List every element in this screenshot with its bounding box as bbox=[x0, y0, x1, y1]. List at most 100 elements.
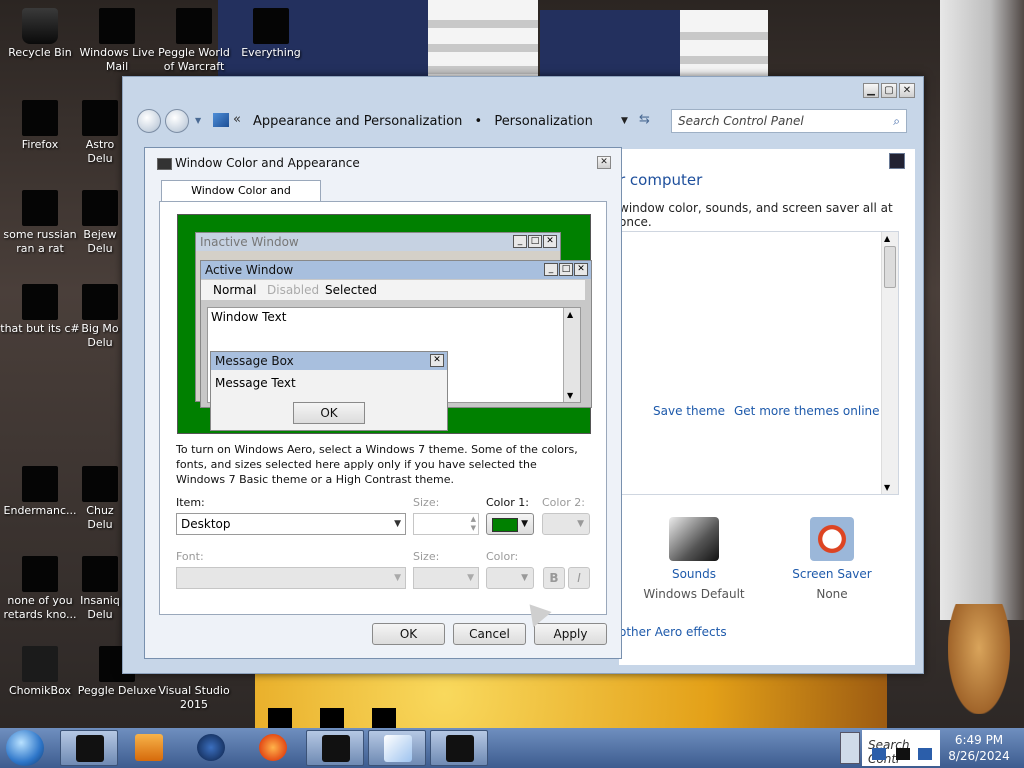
recent-pages-chevron-icon[interactable]: ▼ bbox=[195, 116, 201, 125]
desktop-icon-windows-live-mail[interactable]: Windows Live Mail bbox=[77, 8, 157, 74]
breadcrumb-appearance[interactable]: Appearance and Personalization bbox=[253, 114, 462, 129]
preview-message-box[interactable]: Message Box ✕ Message Text OK bbox=[210, 351, 448, 431]
desktop-icon-small-3[interactable] bbox=[372, 708, 396, 728]
tab-window-color[interactable]: Window Color and Appearance bbox=[161, 180, 321, 217]
close-icon: ✕ bbox=[574, 263, 588, 276]
close-icon: ✕ bbox=[543, 235, 557, 248]
dialog-close-button[interactable]: ✕ bbox=[597, 156, 611, 169]
desktop-icon-chuzzle[interactable]: Chuz Delu bbox=[77, 466, 123, 532]
font-size-label: Size: bbox=[413, 550, 440, 563]
game-icon bbox=[82, 190, 118, 226]
desktop-icon-astro[interactable]: Astro Delu bbox=[77, 100, 123, 166]
scroll-up-icon: ▲ bbox=[567, 310, 574, 319]
taskbar-item-2[interactable] bbox=[306, 730, 364, 766]
desktop-icon-big-money[interactable]: Big Mo Delu bbox=[77, 284, 123, 350]
tray-icon-1[interactable] bbox=[872, 748, 886, 760]
taskbar-item-control-panel[interactable] bbox=[368, 730, 426, 766]
desktop-icon-none-of-you[interactable]: none of you retards kno... bbox=[0, 556, 80, 622]
tray-icon-2[interactable] bbox=[896, 748, 910, 760]
minimize-button[interactable]: ▁ bbox=[863, 83, 879, 98]
chevron-down-icon: ▼ bbox=[521, 573, 528, 583]
clock[interactable]: 6:49 PM 8/26/2024 bbox=[944, 732, 1014, 764]
minimize-icon: _ bbox=[544, 263, 558, 276]
start-button[interactable] bbox=[6, 730, 44, 766]
game-icon bbox=[82, 100, 118, 136]
color1-label: Color 1: bbox=[486, 496, 529, 509]
sounds-value: Windows Default bbox=[643, 587, 745, 601]
themes-scrollbar[interactable]: ▲ ▼ bbox=[881, 232, 898, 494]
desktop-icon-c-sharp[interactable]: that but its c# bbox=[0, 284, 80, 336]
color1-picker[interactable]: ▼ bbox=[486, 513, 534, 535]
breadcrumb-overflow[interactable]: « bbox=[233, 112, 241, 127]
back-button[interactable] bbox=[137, 109, 161, 133]
chomikbox-icon bbox=[22, 646, 58, 682]
desktop-icon-small-2[interactable] bbox=[320, 708, 344, 728]
desktop-icon-firefox[interactable]: Firefox bbox=[0, 100, 80, 152]
font-select[interactable]: ▼ bbox=[176, 567, 406, 589]
ok-button[interactable]: OK bbox=[372, 623, 445, 645]
desktop-icon-endermanc[interactable]: Endermanc... bbox=[0, 466, 80, 518]
apply-button[interactable]: Apply bbox=[534, 623, 607, 645]
scroll-thumb[interactable] bbox=[884, 246, 896, 288]
message-text: Message Text bbox=[215, 376, 296, 390]
item-size-label: Size: bbox=[413, 496, 440, 509]
item-select[interactable]: Desktop ▼ bbox=[176, 513, 406, 535]
screen-saver-setting[interactable]: Screen Saver None bbox=[777, 517, 887, 601]
save-theme-link[interactable]: Save theme bbox=[653, 404, 725, 418]
close-button[interactable]: ✕ bbox=[899, 83, 915, 98]
maximize-button[interactable]: ▢ bbox=[881, 83, 897, 98]
window-color-dialog[interactable]: Window Color and Appearance ✕ Window Col… bbox=[144, 147, 622, 659]
aero-effects-link[interactable]: other Aero effects bbox=[619, 625, 727, 639]
address-dropdown-chevron-icon[interactable]: ▼ bbox=[621, 116, 628, 126]
taskbar-item-media[interactable] bbox=[120, 730, 178, 766]
item-size-spinner[interactable]: ▲ ▼ bbox=[413, 513, 479, 535]
color2-picker[interactable]: ▼ bbox=[542, 513, 590, 535]
taskbar-item-firefox[interactable] bbox=[244, 730, 302, 766]
desktop-icon-russian-rat[interactable]: some russian ran a rat bbox=[0, 190, 80, 256]
page-subheading: window color, sounds, and screen saver a… bbox=[619, 201, 893, 229]
scroll-down-icon: ▼ bbox=[567, 391, 574, 400]
wallpaper-yellow-region bbox=[255, 672, 887, 728]
italic-toggle[interactable]: I bbox=[568, 567, 590, 589]
cancel-button[interactable]: Cancel bbox=[453, 623, 526, 645]
spinner-arrows-icon[interactable]: ▲ ▼ bbox=[471, 515, 476, 533]
desktop-icon-bejeweled[interactable]: Bejew Delu bbox=[77, 190, 123, 256]
globe-icon bbox=[197, 734, 225, 761]
desktop-icon-chomikbox[interactable]: ChomikBox bbox=[0, 646, 80, 698]
screen-saver-icon bbox=[810, 517, 854, 561]
taskbar-item-1[interactable] bbox=[60, 730, 118, 766]
bold-toggle[interactable]: B bbox=[543, 567, 565, 589]
breadcrumb-personalization[interactable]: Personalization bbox=[494, 114, 593, 129]
taskbar-item-3[interactable] bbox=[430, 730, 488, 766]
appearance-preview[interactable]: Inactive Window _ □ ✕ Active Window _ □ ✕ No… bbox=[177, 214, 592, 434]
file-icon bbox=[22, 556, 58, 592]
font-color-picker[interactable]: ▼ bbox=[486, 567, 534, 589]
sounds-icon bbox=[669, 517, 719, 561]
tray-icon-3[interactable] bbox=[918, 748, 932, 760]
desktop-icon-peggle-wow[interactable]: Peggle World of Warcraft bbox=[154, 8, 234, 74]
scroll-up-icon[interactable]: ▲ bbox=[884, 234, 890, 243]
help-icon[interactable] bbox=[889, 153, 905, 169]
refresh-icon[interactable]: ⇆ bbox=[639, 112, 650, 127]
themes-list[interactable]: ▲ ▼ Save theme Get more themes online bbox=[619, 231, 899, 495]
scroll-down-icon[interactable]: ▼ bbox=[884, 483, 890, 492]
taskbar-item-globe[interactable] bbox=[182, 730, 240, 766]
desktop-icon-recycle-bin[interactable]: Recycle Bin bbox=[0, 8, 80, 60]
wallpaper-light-region bbox=[940, 0, 1024, 620]
search-input[interactable]: Search Control Panel ⌕ bbox=[671, 109, 907, 133]
close-icon: ✕ bbox=[430, 354, 444, 367]
game-icon bbox=[82, 466, 118, 502]
sounds-setting[interactable]: Sounds Windows Default bbox=[639, 517, 749, 601]
tray-area[interactable]: Search Contr bbox=[862, 730, 940, 766]
maximize-icon: □ bbox=[559, 263, 573, 276]
show-hidden-icons-button[interactable] bbox=[840, 732, 860, 764]
get-more-themes-link[interactable]: Get more themes online bbox=[734, 404, 880, 418]
desktop-icon-small-1[interactable] bbox=[268, 708, 292, 728]
breadcrumb-separator: • bbox=[474, 114, 483, 129]
font-size-select[interactable]: ▼ bbox=[413, 567, 479, 589]
desktop-icon-insaniquarium[interactable]: Insaniq Delu bbox=[77, 556, 123, 622]
desktop-icon-everything[interactable]: Everything bbox=[231, 8, 311, 60]
window-controls: ▁ ▢ ✕ bbox=[863, 83, 915, 99]
forward-button[interactable] bbox=[165, 109, 189, 133]
menu-normal: Normal bbox=[213, 283, 257, 297]
